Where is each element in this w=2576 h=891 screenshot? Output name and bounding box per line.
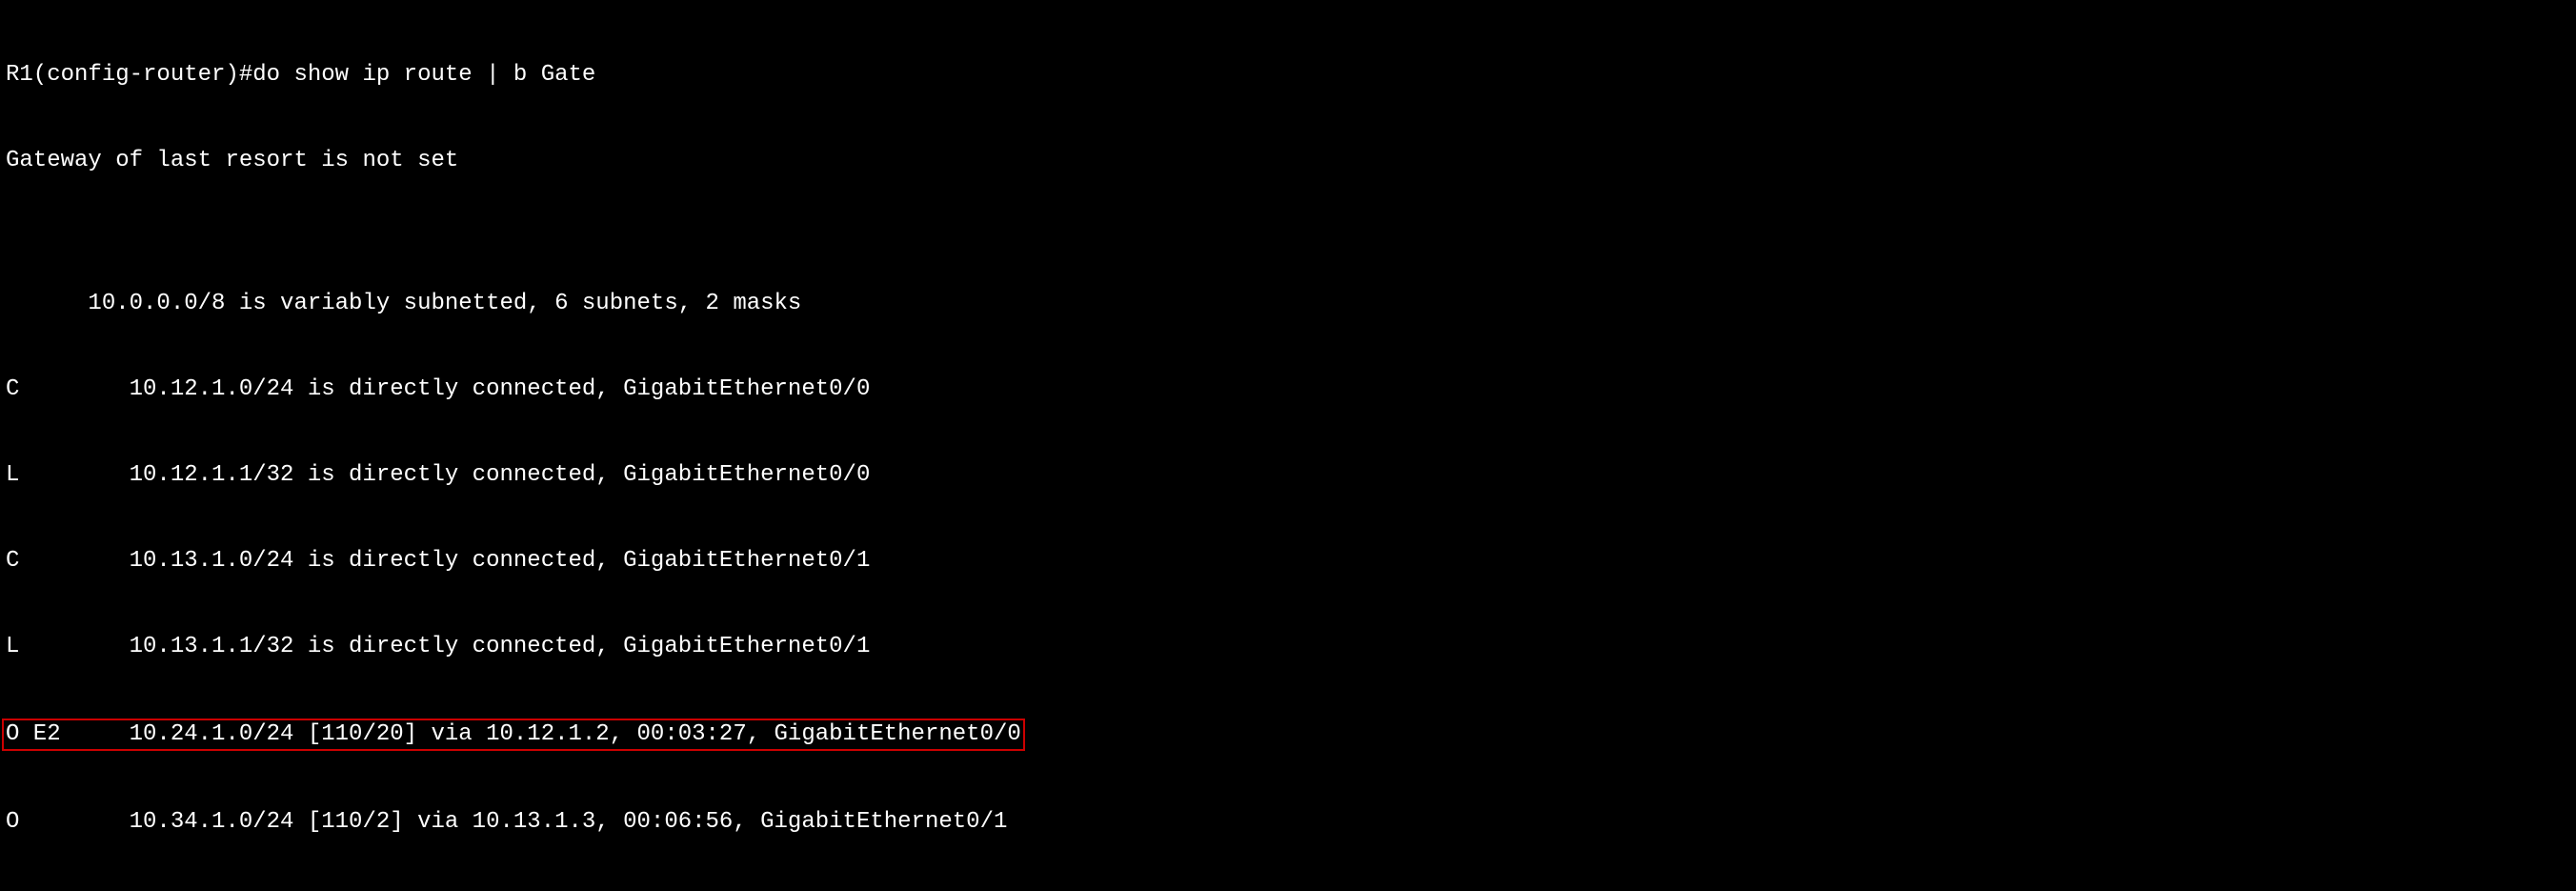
route-line: L 10.13.1.1/32 is directly connected, Gi… [6, 633, 2570, 661]
prompt: R1(config-router)# [6, 62, 252, 88]
route-line: C 10.12.1.0/24 is directly connected, Gi… [6, 375, 2570, 404]
route-line: O 10.34.1.0/24 [110/2] via 10.13.1.3, 00… [6, 808, 2570, 837]
typed-command: do show ip route | b Gate [252, 62, 595, 88]
route-line: 10.0.0.0/8 is variably subnetted, 6 subn… [6, 290, 2570, 318]
terminal-output[interactable]: R1(config-router)#do show ip route | b G… [0, 0, 2576, 891]
gateway-line: Gateway of last resort is not set [6, 147, 2570, 175]
route-line: C 10.13.1.0/24 is directly connected, Gi… [6, 547, 2570, 576]
route-line: L 10.12.1.1/32 is directly connected, Gi… [6, 461, 2570, 490]
command-line: R1(config-router)#do show ip route | b G… [6, 61, 2570, 90]
highlight-box: O E2 10.24.1.0/24 [110/20] via 10.12.1.2… [2, 719, 1025, 751]
route-line-highlighted: O E2 10.24.1.0/24 [110/20] via 10.12.1.2… [6, 719, 2570, 751]
